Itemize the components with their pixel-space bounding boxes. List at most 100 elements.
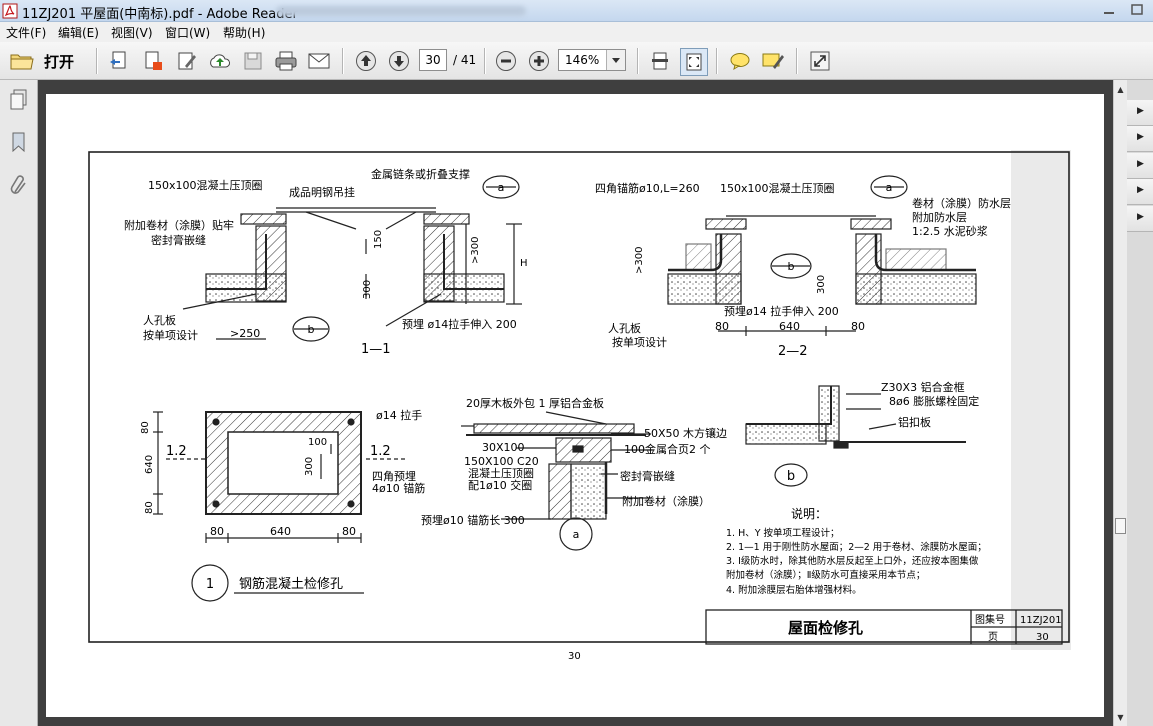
attachments-icon[interactable]	[8, 174, 30, 198]
save-icon	[244, 52, 262, 70]
plan-dim-100: 100	[308, 437, 327, 448]
titleblock-page-no: 30	[1036, 632, 1049, 643]
adobe-reader-icon	[2, 3, 18, 19]
zoom-in-button[interactable]	[526, 48, 552, 74]
plan-handle: ø14 拉手	[376, 408, 422, 422]
s22-dim-80a: 80	[715, 320, 729, 333]
right-task-pane: ▶ ▶ ▶ ▶ ▶	[1127, 80, 1153, 726]
titleblock-atlas-label: 图集号	[975, 613, 1005, 626]
comment-button[interactable]	[727, 48, 753, 74]
s11-dim-150: 150	[373, 230, 384, 249]
maximize-button[interactable]	[1124, 1, 1150, 19]
plan-title-number: 1	[206, 577, 214, 592]
menu-view[interactable]: 视图(V)	[111, 24, 153, 41]
s22-concrete-ring: 150x100混凝土压顶圈	[720, 181, 835, 195]
open-button[interactable]	[9, 48, 35, 74]
previous-page-button[interactable]	[353, 48, 379, 74]
s22-waterproof: 卷材（涂膜）防水层	[912, 196, 1011, 210]
envelope-icon	[308, 53, 330, 69]
zoom-out-button[interactable]	[493, 48, 519, 74]
s22-hatch-cover: 人孔板	[608, 321, 641, 335]
toolbar-separator	[637, 48, 639, 74]
s11-chain: 金属链条或折叠支撑	[371, 167, 470, 181]
create-pdf-button[interactable]	[106, 48, 132, 74]
s22-callout-b: b	[788, 260, 795, 273]
zoom-select[interactable]: 146%	[558, 49, 626, 71]
s22-extra-layer: 附加防水层	[912, 210, 967, 224]
cloud-upload-icon	[210, 54, 230, 68]
task-pane-item[interactable]: ▶	[1127, 153, 1153, 179]
db-frame: Z30X3 铝合金框	[881, 380, 965, 394]
page-number-input[interactable]: 30	[419, 49, 447, 71]
menu-edit[interactable]: 编辑(E)	[58, 24, 99, 41]
full-screen-button[interactable]	[807, 48, 833, 74]
scroll-thumb[interactable]	[1115, 518, 1126, 534]
task-pane-item[interactable]: ▶	[1127, 179, 1153, 205]
da-hinge: 100金属合页2 个	[624, 442, 711, 456]
plan-title: 钢筋混凝土检修孔	[239, 576, 343, 592]
fit-width-button[interactable]	[647, 48, 673, 74]
email-button[interactable]	[306, 48, 332, 74]
toolbar: 打开 30 / 41 146%	[0, 42, 1153, 80]
task-pane-item[interactable]: ▶	[1127, 100, 1153, 126]
s11-dim-gt250: >250	[230, 327, 260, 340]
da-sealant: 密封膏嵌缝	[620, 469, 675, 483]
technical-drawing: 150x100混凝土压顶圈 金属链条或折叠支撑 成品明钢吊挂 附加卷材（涂膜）贴…	[88, 150, 1071, 662]
vertical-scrollbar[interactable]: ▲ ▼	[1113, 80, 1127, 726]
s22-label: 2—2	[778, 344, 808, 359]
da-wood-board: 20厚木板外包 1 厚铝合金板	[466, 396, 604, 410]
chevron-down-icon[interactable]	[606, 50, 625, 70]
s11-concrete-ring: 150x100混凝土压顶圈	[148, 178, 263, 192]
note-1: 1. H、Y 按单项工程设计；	[726, 527, 840, 539]
db-callout-b: b	[787, 469, 795, 484]
da-30x100: 30X100	[482, 441, 525, 454]
minus-icon	[496, 51, 516, 71]
s22-mortar: 1:2.5 水泥砂浆	[912, 224, 988, 238]
fit-window-icon	[686, 53, 702, 71]
plan-view	[153, 411, 406, 602]
save-button[interactable]	[240, 48, 266, 74]
s22-per-project: 按单项设计	[612, 335, 667, 349]
print-button[interactable]	[273, 48, 299, 74]
task-pane-item[interactable]: ▶	[1127, 126, 1153, 152]
scroll-up-arrow-icon[interactable]: ▲	[1115, 82, 1126, 96]
s11-dim-h: H	[520, 258, 528, 269]
open-label[interactable]: 打开	[44, 51, 74, 72]
document-area[interactable]: 150x100混凝土压顶圈 金属链条或折叠支撑 成品明钢吊挂 附加卷材（涂膜）贴…	[38, 80, 1113, 726]
menu-file[interactable]: 文件(F)	[6, 24, 46, 41]
highlight-button[interactable]	[760, 48, 786, 74]
next-page-button[interactable]	[386, 48, 412, 74]
edit-button[interactable]	[174, 48, 200, 74]
note-3b: 附加卷材（涂膜）；Ⅱ级防水可直接采用本节点；	[726, 569, 925, 581]
upload-button[interactable]	[207, 48, 233, 74]
plan-dim-80-left: 80	[210, 525, 224, 538]
s11-sealant: 密封膏嵌缝	[151, 233, 206, 247]
plan-dim-80-right: 80	[342, 525, 356, 538]
plan-dim-80-bottom: 80	[144, 501, 155, 514]
task-pane-item[interactable]: ▶	[1127, 206, 1153, 232]
s22-pull-bar: 预埋ø14 拉手伸入 200	[724, 304, 839, 318]
note-4: 4. 附加涂膜层右胎体增强材料。	[726, 584, 862, 596]
bookmarks-icon[interactable]	[8, 130, 30, 154]
pdf-page: 150x100混凝土压顶圈 金属链条或折叠支撑 成品明钢吊挂 附加卷材（涂膜）贴…	[46, 94, 1104, 717]
zoom-value: 146%	[565, 53, 600, 67]
expand-icon	[810, 51, 830, 71]
export-pdf-button[interactable]	[140, 48, 166, 74]
menu-help[interactable]: 帮助(H)	[223, 24, 265, 41]
scroll-down-arrow-icon[interactable]: ▼	[1115, 710, 1126, 724]
page-total: / 41	[453, 53, 477, 67]
plan-cut-right: 1.2	[370, 444, 391, 459]
pages-icon[interactable]	[8, 88, 30, 112]
s11-hinge: 成品明钢吊挂	[289, 185, 355, 199]
minimize-button[interactable]	[1096, 1, 1122, 19]
da-anchor: 预埋ø10 锚筋长 300	[421, 513, 525, 527]
chevron-right-icon: ▶	[1137, 132, 1144, 142]
chevron-right-icon: ▶	[1137, 159, 1144, 169]
s11-dim-300: 300	[362, 280, 373, 299]
s22-dim-gt300: >300	[634, 247, 645, 274]
create-pdf-icon	[110, 51, 126, 69]
fit-window-button[interactable]	[680, 48, 708, 76]
menu-window[interactable]: 窗口(W)	[165, 24, 210, 41]
titleblock-page-label: 页	[988, 631, 998, 643]
title-bar: 11ZJ201 平屋面(中南标).pdf - Adobe Reader	[0, 0, 1153, 22]
